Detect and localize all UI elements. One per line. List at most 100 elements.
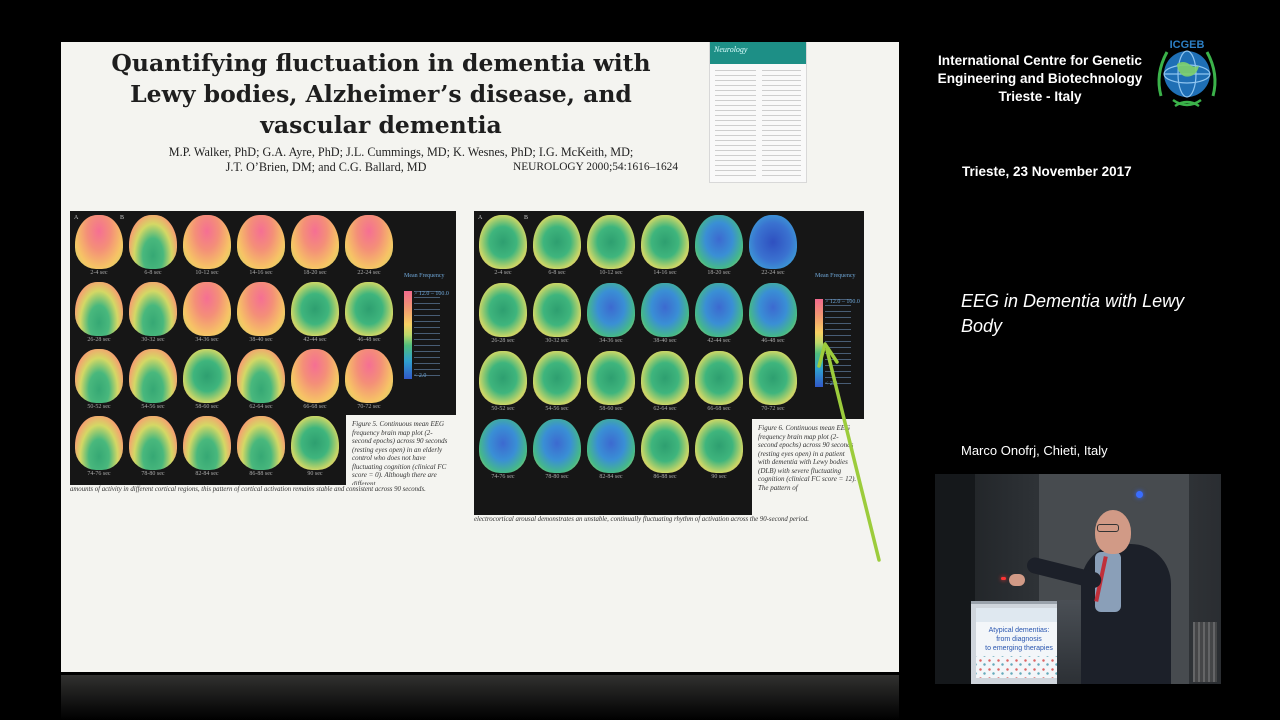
video-dark-doorway [935,474,975,684]
figure-6-brain-map-time-label: 38-40 sec [653,338,677,344]
figure-6-brain-map-time-label: 42-44 sec [707,338,731,344]
paper-title: Quantifying fluctuation in dementia with… [111,49,651,139]
figure-6-brain-map-time-label: 34-36 sec [599,338,623,344]
speaker-video-feed: Atypical dementias: from diagnosis to em… [935,474,1221,684]
figure-5-legend-colorbar [404,291,412,379]
figure-6-brain-map-image [749,351,797,405]
figure-5-brain-map-time-label: 42-44 sec [303,337,327,343]
figure-6-brain-map-image [641,283,689,337]
figure-6-legend-ticks [825,299,851,387]
figure-6-brain-map-time-label: 70-72 sec [761,406,785,412]
figure-5-brain-map: 46-48 sec [342,280,396,348]
figure-5-brain-map-image [237,215,285,269]
figure-5-brain-map-time-label: 10-12 sec [195,270,219,276]
figure-6-legend-top-value: > 12.0 – 100.0 [825,299,860,305]
video-podium-sign-band [976,608,1062,622]
figure-5-caption-continued: amounts of activity in different cortica… [70,486,426,493]
video-speaker-hand [1009,574,1025,586]
video-sign-line-2: from diagnosis [996,636,1042,643]
figure-5-brain-map-time-label: 78-80 sec [141,471,165,477]
figure-6-brain-map-image [479,283,527,337]
event-date: Trieste, 23 November 2017 [962,164,1132,179]
figure-6-brain-map-time-label: 26-28 sec [491,338,515,344]
figure-6-brain-map-image [641,419,689,473]
thumbnail-header-label: Neurology [714,45,748,54]
figure-5-legend-top-value: > 12.0 – 100.0 [414,291,449,297]
figure-6-brain-map: 10-12 sec [584,213,638,281]
figure-6-legend-bottom-value: < 2.0 [825,381,838,387]
journal-reference: NEUROLOGY 2000;54:1616–1624 [513,161,679,173]
video-sign-dots [976,656,1062,678]
figure-6-brain-map-time-label: 82-84 sec [599,474,623,480]
figure-5-brain-map: 70-72 sec [342,347,396,415]
figure-5-legend-title: Mean Frequency [404,273,445,279]
figure-6-brain-map-image [479,351,527,405]
figure-6-brain-map-image [749,215,797,269]
figure-5-brain-map-image [237,282,285,336]
figure-6-brain-map: 78-80 sec [530,417,584,485]
figure-6-brain-map: 86-88 sec [638,417,692,485]
figure-5-brain-map-time-label: 22-24 sec [357,270,381,276]
video-blue-led [1136,491,1143,498]
figure-5-brain-map-time-label: 46-48 sec [357,337,381,343]
figure-6-brain-map: 26-28 sec [476,281,530,349]
figure-5-brain-map-image [345,349,393,403]
figure-5-brain-map: 18-20 sec [288,213,342,281]
figure-5-brain-map: 54-56 sec [126,347,180,415]
figure-6-brain-map: 66-68 sec [692,349,746,417]
figure-5-brain-map-image [237,349,285,403]
figure-5-brain-map-image [129,349,177,403]
figure-5-brain-map-image [75,349,123,403]
figure-5-brain-map: 34-36 sec [180,280,234,348]
figure-6-brain-map-time-label: 66-68 sec [707,406,731,412]
talk-title: EEG in Dementia with Lewy Body [961,291,1185,336]
figure-6-brain-map-image [749,283,797,337]
thumbnail-text-column-left [715,70,756,176]
figure-6-brain-map: 58-60 sec [584,349,638,417]
figure-5-brain-map-image [237,416,285,470]
figure-6-brain-map-time-label: 14-16 sec [653,270,677,276]
figure-6-brain-map-time-label: 18-20 sec [707,270,731,276]
video-sign-line-1: Atypical dementias: [988,627,1050,634]
figure-6-brain-map-time-label: 86-88 sec [653,474,677,480]
figure-6-brain-map-time-label: 58-60 sec [599,406,623,412]
figure-5-brain-map: 50-52 sec [72,347,126,415]
figure-5-brain-map: 66-68 sec [288,347,342,415]
slide-reflection [61,675,899,720]
figure-5-brain-map-image [291,349,339,403]
thumbnail-header: Neurology [710,42,806,64]
figure-6-brain-map: 42-44 sec [692,281,746,349]
presentation-slide: Quantifying fluctuation in dementia with… [61,42,899,672]
figure-5-brain-map-time-label: 66-68 sec [303,404,327,410]
figure-5-brain-map-image [75,215,123,269]
figure-6-brain-map: 70-72 sec [746,349,800,417]
figure-6-brain-map-time-label: 6-8 sec [548,270,566,276]
figure-6-brain-map: 46-48 sec [746,281,800,349]
figure-6-brain-map: 30-32 sec [530,281,584,349]
figure-5-brain-map: 38-40 sec [234,280,288,348]
figure-5-brain-map-time-label: 54-56 sec [141,404,165,410]
figure-6-brain-map-image [479,419,527,473]
figure-5-brain-map: 42-44 sec [288,280,342,348]
figure-5-brain-map: 90 sec [288,414,342,482]
figure-5-brain-map: 6-8 sec [126,213,180,281]
figure-6-brain-map: 90 sec [692,417,746,485]
figure-6-brain-map-image [695,351,743,405]
figure-5-brain-map: 26-28 sec [72,280,126,348]
figure-6-brain-map-image [587,283,635,337]
figure-5-brain-map: 82-84 sec [180,414,234,482]
figure-5-brain-map-image [183,416,231,470]
speaker-name: Marco Onofrj, Chieti, Italy [961,443,1108,458]
figure-6-legend-colorbar [815,299,823,387]
figure-5-brain-map-time-label: 26-28 sec [87,337,111,343]
figure-5-brain-map-time-label: 74-76 sec [87,471,111,477]
figure-6-brain-map: 38-40 sec [638,281,692,349]
figure-6-brain-map-time-label: 54-56 sec [545,406,569,412]
figure-6-brain-map-image [695,283,743,337]
figure-6-panel-letter: B [524,215,529,221]
figure-5-brain-map-time-label: 86-88 sec [249,471,273,477]
figure-5-brain-map-image [183,349,231,403]
figure-6-brain-map-time-label: 50-52 sec [491,406,515,412]
figure-5-brain-map: 2-4 sec [72,213,126,281]
figure-6-brain-map: 14-16 sec [638,213,692,281]
